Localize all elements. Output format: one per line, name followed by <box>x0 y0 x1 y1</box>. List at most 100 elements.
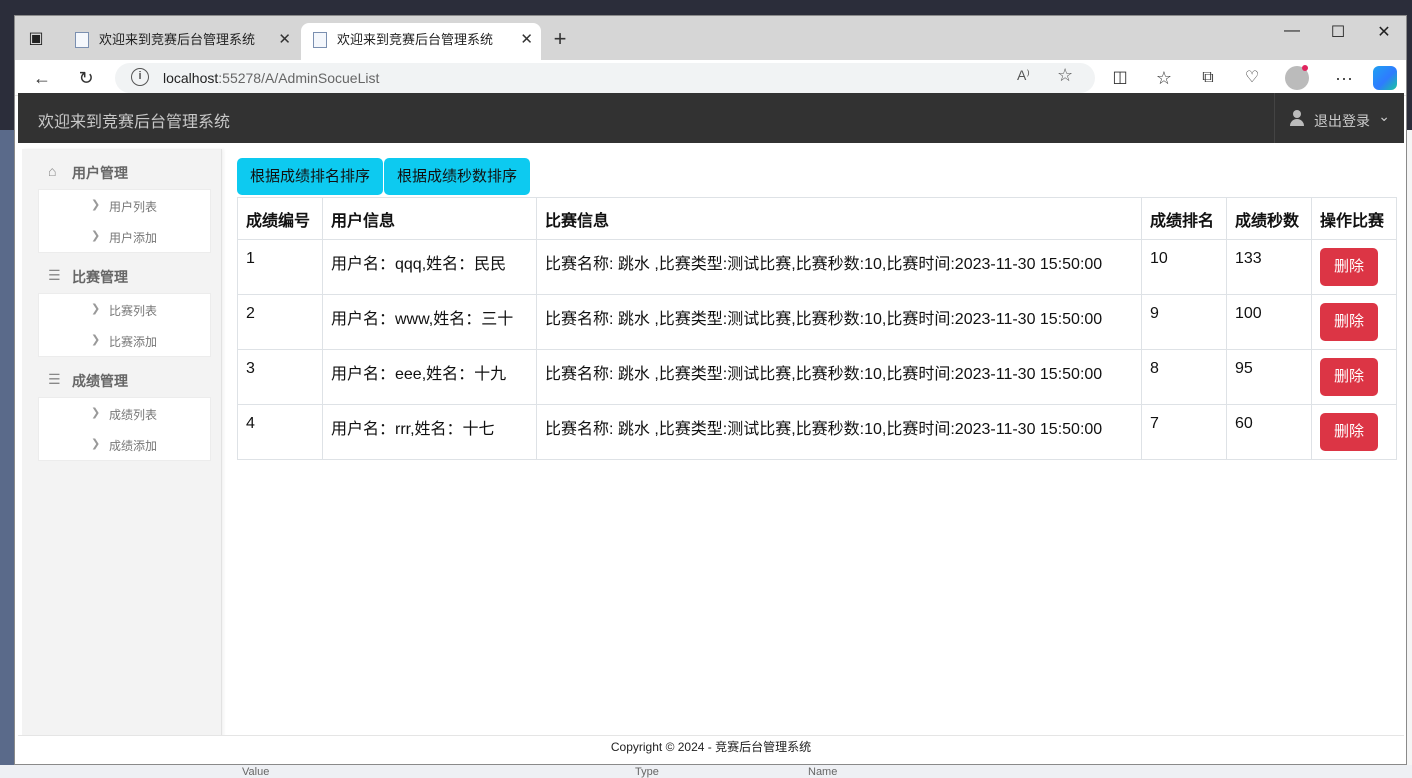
cell-id: 3 <box>237 349 323 405</box>
desktop-label: Type <box>635 766 659 778</box>
split-screen-icon[interactable]: ◫ <box>1107 65 1133 91</box>
sidebar-group-score[interactable]: ☰ 成绩管理 <box>22 367 221 393</box>
col-header-action: 操作比赛 <box>1311 197 1397 240</box>
col-header-id: 成绩编号 <box>237 197 323 240</box>
sidebar-item-label: 用户添加 <box>109 231 158 245</box>
sidebar-item-label: 比赛列表 <box>109 304 158 318</box>
delete-button[interactable]: 删除 <box>1320 248 1378 286</box>
copilot-icon[interactable] <box>1373 66 1397 90</box>
desktop-label: Name <box>808 766 838 778</box>
cell-id: 4 <box>237 404 323 460</box>
sidebar-item-score-add[interactable]: ❯ 成绩添加 <box>39 429 210 460</box>
tab-actions-icon[interactable]: ▣ <box>25 28 47 50</box>
browser-toolbar: ← ↻ i localhost:55278/A/AdminSocueList A… <box>15 60 1406 96</box>
minimize-icon[interactable]: — <box>1277 22 1307 40</box>
tab-strip: ▣ 欢迎来到竞赛后台管理系统 ✕ 欢迎来到竞赛后台管理系统 ✕ + — ☐ ✕ <box>15 16 1406 60</box>
logout-dropdown[interactable]: 退出登录 ⌄ <box>1274 93 1404 143</box>
cell-id: 2 <box>237 294 323 350</box>
sidebar-item-label: 成绩添加 <box>109 439 158 453</box>
site-info-icon[interactable]: i <box>131 68 149 86</box>
browser-tab[interactable]: 欢迎来到竞赛后台管理系统 ✕ <box>63 23 299 60</box>
app-header: 欢迎来到竞赛后台管理系统 退出登录 ⌄ <box>18 93 1404 143</box>
list-icon: ☰ <box>48 267 61 283</box>
sidebar-item-match-list[interactable]: ❯ 比赛列表 <box>39 294 210 325</box>
favorite-star-icon[interactable]: ☆ <box>1057 65 1073 86</box>
delete-button[interactable]: 删除 <box>1320 303 1378 341</box>
collections-icon[interactable]: ⧉ <box>1195 65 1221 91</box>
chevron-right-icon: ❯ <box>91 334 101 346</box>
sidebar-group-user[interactable]: ⌂ 用户管理 <box>22 159 221 185</box>
cell-action: 删除 <box>1311 404 1397 460</box>
sidebar-item-match-add[interactable]: ❯ 比赛添加 <box>39 325 210 356</box>
cell-rank: 10 <box>1141 239 1227 295</box>
score-table: 成绩编号 用户信息 比赛信息 成绩排名 成绩秒数 操作比赛 1 用户名：qqq,… <box>237 197 1397 460</box>
cell-user: 用户名：qqq,姓名：民民 <box>322 239 537 295</box>
delete-button[interactable]: 删除 <box>1320 358 1378 396</box>
browser-essentials-icon[interactable]: ♡ <box>1239 65 1265 91</box>
sidebar-item-score-list[interactable]: ❯ 成绩列表 <box>39 398 210 429</box>
sidebar-item-label: 比赛添加 <box>109 335 158 349</box>
cell-rank: 8 <box>1141 349 1227 405</box>
close-tab-icon[interactable]: ✕ <box>520 23 533 56</box>
cell-match: 比赛名称: 跳水 ,比赛类型:测试比赛,比赛秒数:10,比赛时间:2023-11… <box>536 349 1142 405</box>
cell-match: 比赛名称: 跳水 ,比赛类型:测试比赛,比赛秒数:10,比赛时间:2023-11… <box>536 239 1142 295</box>
col-header-user: 用户信息 <box>322 197 537 240</box>
desktop-left-edge <box>0 130 14 778</box>
sort-by-rank-button[interactable]: 根据成绩排名排序 <box>237 158 384 195</box>
close-tab-icon[interactable]: ✕ <box>278 23 291 56</box>
app-brand[interactable]: 欢迎来到竞赛后台管理系统 <box>38 108 230 132</box>
sidebar-item-label: 用户列表 <box>109 200 158 214</box>
sidebar-group-title: 用户管理 <box>72 165 128 181</box>
sort-by-seconds-button[interactable]: 根据成绩秒数排序 <box>384 158 531 195</box>
table-row: 2 用户名：www,姓名：三十 比赛名称: 跳水 ,比赛类型:测试比赛,比赛秒数… <box>237 294 1397 350</box>
cell-user: 用户名：www,姓名：三十 <box>322 294 537 350</box>
sidebar-submenu: ❯ 用户列表 ❯ 用户添加 <box>38 189 211 253</box>
cell-rank: 7 <box>1141 404 1227 460</box>
cell-rank: 9 <box>1141 294 1227 350</box>
col-header-match: 比赛信息 <box>536 197 1142 240</box>
cell-seconds: 100 <box>1226 294 1312 350</box>
cell-id: 1 <box>237 239 323 295</box>
chevron-right-icon: ❯ <box>91 230 101 242</box>
delete-button[interactable]: 删除 <box>1320 413 1378 451</box>
more-options-icon[interactable]: ··· <box>1331 65 1357 91</box>
sidebar-group-match[interactable]: ☰ 比赛管理 <box>22 263 221 289</box>
sidebar-item-user-add[interactable]: ❯ 用户添加 <box>39 221 210 252</box>
cell-seconds: 95 <box>1226 349 1312 405</box>
favorites-icon[interactable]: ☆ <box>1151 65 1177 91</box>
tab-title: 欢迎来到竞赛后台管理系统 <box>337 32 494 47</box>
cell-seconds: 133 <box>1226 239 1312 295</box>
sidebar-group-title: 比赛管理 <box>72 269 128 285</box>
notification-dot <box>1302 65 1308 71</box>
read-aloud-icon[interactable]: A⁾ <box>1017 67 1030 84</box>
browser-tab-active[interactable]: 欢迎来到竞赛后台管理系统 ✕ <box>301 23 541 60</box>
tab-title: 欢迎来到竞赛后台管理系统 <box>99 32 256 47</box>
main-content: 根据成绩排名排序 根据成绩秒数排序 成绩编号 用户信息 比赛信息 成绩排名 成绩秒… <box>237 158 1397 460</box>
page-favicon-icon <box>75 32 89 48</box>
back-icon[interactable]: ← <box>29 65 55 91</box>
new-tab-icon[interactable]: + <box>547 26 573 52</box>
chevron-right-icon: ❯ <box>91 303 101 315</box>
cell-match: 比赛名称: 跳水 ,比赛类型:测试比赛,比赛秒数:10,比赛时间:2023-11… <box>536 294 1142 350</box>
maximize-icon[interactable]: ☐ <box>1323 22 1353 42</box>
sidebar-item-user-list[interactable]: ❯ 用户列表 <box>39 190 210 221</box>
cell-action: 删除 <box>1311 294 1397 350</box>
close-window-icon[interactable]: ✕ <box>1369 22 1399 42</box>
refresh-icon[interactable]: ↻ <box>73 65 99 91</box>
cell-action: 删除 <box>1311 239 1397 295</box>
chevron-right-icon: ❯ <box>91 199 101 211</box>
desktop-bottom-strip: Value Type Name <box>0 765 1412 778</box>
list-icon: ☰ <box>48 371 61 387</box>
chevron-right-icon: ❯ <box>91 407 101 419</box>
table-row: 3 用户名：eee,姓名：十九 比赛名称: 跳水 ,比赛类型:测试比赛,比赛秒数… <box>237 349 1397 405</box>
cell-user: 用户名：eee,姓名：十九 <box>322 349 537 405</box>
table-header-row: 成绩编号 用户信息 比赛信息 成绩排名 成绩秒数 操作比赛 <box>237 197 1397 240</box>
chevron-right-icon: ❯ <box>91 438 101 450</box>
page-footer: Copyright © 2024 - 竞赛后台管理系统 <box>18 735 1404 764</box>
address-bar[interactable]: i localhost:55278/A/AdminSocueList A⁾ ☆ <box>115 63 1095 93</box>
sidebar-submenu: ❯ 成绩列表 ❯ 成绩添加 <box>38 397 211 461</box>
col-header-seconds: 成绩秒数 <box>1226 197 1312 240</box>
chevron-down-icon: ⌄ <box>1378 108 1390 124</box>
browser-window: ▣ 欢迎来到竞赛后台管理系统 ✕ 欢迎来到竞赛后台管理系统 ✕ + — ☐ ✕ … <box>14 15 1407 765</box>
table-row: 4 用户名：rrr,姓名：十七 比赛名称: 跳水 ,比赛类型:测试比赛,比赛秒数… <box>237 404 1397 460</box>
